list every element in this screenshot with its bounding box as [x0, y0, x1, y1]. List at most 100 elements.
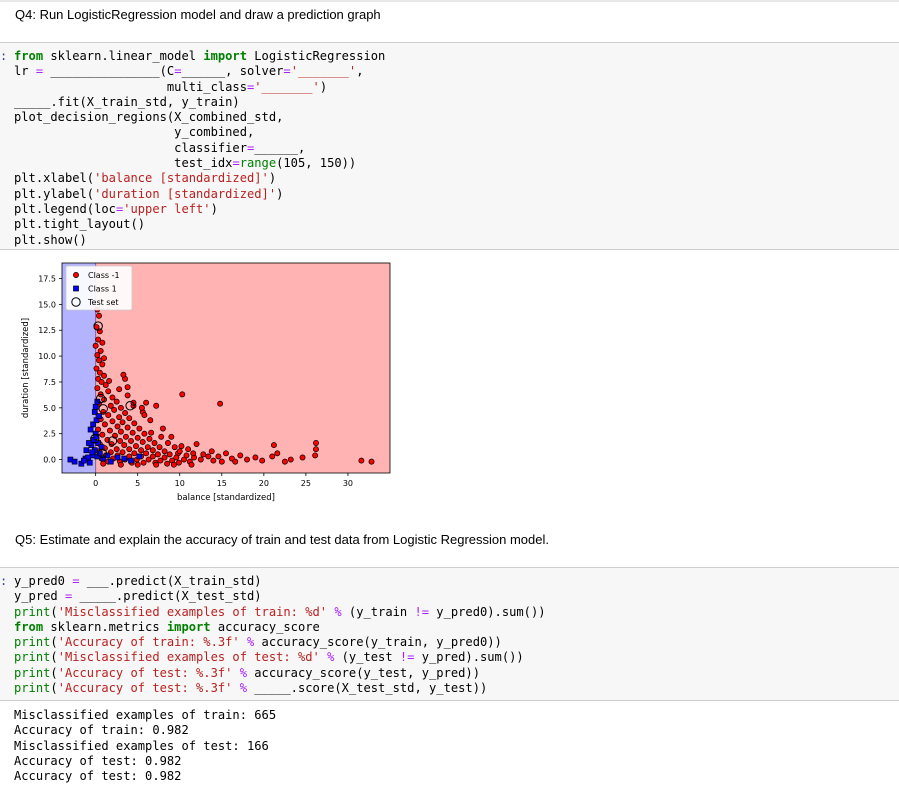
point-class-neg1: [269, 453, 276, 460]
point-class-neg1: [100, 460, 107, 467]
y-tick-label: 10.0: [38, 352, 56, 361]
output-line: Misclassified examples of test: 166: [14, 738, 269, 753]
point-class-neg1: [147, 417, 154, 424]
point-class-neg1: [205, 453, 212, 460]
point-class-1: [71, 458, 78, 465]
point-class-neg1: [161, 448, 168, 455]
code-line[interactable]: print('Misclassified examples of train: …: [14, 605, 546, 619]
point-class-neg1: [126, 446, 133, 453]
y-tick-label: 2.5: [43, 430, 56, 439]
x-tick-label: 5: [135, 479, 140, 488]
point-class-neg1: [133, 443, 139, 450]
point-class-neg1: [299, 454, 306, 461]
point-class-neg1: [176, 448, 183, 455]
point-class-neg1: [312, 452, 319, 459]
point-class-neg1: [113, 398, 120, 405]
code-editor-1[interactable]: from sklearn.linear_model import Logisti…: [14, 49, 385, 248]
point-class-1: [96, 413, 102, 419]
point-class-1: [92, 403, 99, 410]
y-axis-label: duration [standardized]: [21, 318, 31, 418]
point-class-neg1: [106, 427, 113, 434]
code-line[interactable]: y_pred0 = ___.predict(X_train_std): [14, 574, 262, 588]
point-class-neg1: [274, 450, 281, 457]
code-line[interactable]: y_pred = _____.predict(X_test_std): [14, 589, 262, 603]
code-line[interactable]: y_combined,: [14, 125, 254, 139]
point-class-neg1: [149, 447, 156, 454]
point-class-neg1: [156, 444, 163, 451]
code-line[interactable]: from sklearn.metrics import accuracy_sco…: [14, 620, 320, 634]
point-class-neg1: [105, 388, 112, 395]
code-line[interactable]: lr = _______________(C=______, solver='_…: [14, 64, 364, 78]
code-line[interactable]: print('Accuracy of train: %.3f' % accura…: [14, 635, 502, 649]
code-line[interactable]: plt.legend(loc='upper left'): [14, 202, 218, 216]
y-tick-label: 7.5: [43, 378, 56, 387]
point-class-neg1: [287, 456, 294, 463]
code-line[interactable]: plot_decision_regions(X_combined_std,: [14, 110, 283, 124]
point-class-neg1: [171, 444, 178, 451]
x-tick-label: 30: [343, 479, 353, 488]
point-class-neg1: [141, 430, 148, 437]
x-tick-label: 10: [175, 479, 185, 488]
point-class-neg1: [252, 454, 259, 461]
point-class-neg1: [131, 450, 138, 457]
cell-prompt: :: [0, 574, 8, 588]
point-class-neg1: [179, 391, 186, 398]
legend-label: Class -1: [88, 271, 120, 280]
point-class-neg1: [151, 440, 158, 446]
page-top-border: [0, 0, 899, 2]
code-cell-2[interactable]: : y_pred0 = ___.predict(X_train_std) y_p…: [0, 567, 899, 701]
point-class-neg1: [146, 435, 153, 442]
output-line: Accuracy of train: 0.982: [14, 723, 189, 738]
point-class-neg1: [101, 421, 108, 428]
code-line[interactable]: print('Accuracy of test: %.3f' % _____.s…: [14, 681, 487, 695]
legend-marker-class-neg1: [73, 272, 79, 278]
point-class-neg1: [218, 458, 225, 465]
point-class-neg1: [96, 312, 102, 319]
code-line[interactable]: plt.ylabel('duration [standardized]'): [14, 187, 283, 201]
code-line[interactable]: classifier=______,: [14, 141, 305, 155]
code-cell-1[interactable]: : from sklearn.linear_model import Logis…: [0, 42, 899, 250]
point-class-neg1: [232, 458, 239, 465]
code-line[interactable]: print('Misclassified examples of test: %…: [14, 650, 524, 664]
code-line[interactable]: plt.xlabel('balance [standardized]'): [14, 171, 276, 185]
code-line[interactable]: test_idx=range(105, 150)): [14, 156, 356, 170]
point-class-neg1: [208, 448, 215, 455]
point-class-neg1: [105, 412, 112, 419]
code-line[interactable]: multi_class='_______'): [14, 80, 327, 94]
code-line[interactable]: plt.show(): [14, 233, 87, 247]
decision-region-plot: 0 5 10 15 20 25 30 0.0 2.5 5.0 7.5 10.0 12.5 15.0 17.5…: [21, 262, 391, 503]
x-tick-label: 0: [93, 479, 98, 488]
point-class-neg1: [117, 437, 123, 444]
point-class-neg1: [131, 420, 138, 427]
code-line[interactable]: from sklearn.linear_model import Logisti…: [14, 49, 385, 63]
point-class-neg1: [134, 461, 141, 468]
code-line[interactable]: print('Accuracy of test: %.3f' % accurac…: [14, 666, 480, 680]
point-class-neg1: [313, 446, 319, 453]
point-class-1: [87, 426, 94, 433]
x-axis-label: balance [standardized]: [177, 493, 275, 503]
q4-heading: Q4: Run LogisticRegression model and dra…: [15, 7, 381, 22]
point-class-neg1: [197, 456, 204, 463]
code-editor-2[interactable]: y_pred0 = ___.predict(X_train_std) y_pre…: [14, 574, 546, 696]
point-class-neg1: [148, 429, 155, 436]
point-class-1: [114, 454, 121, 461]
x-tick-label: 15: [217, 479, 227, 488]
point-class-neg1: [154, 451, 161, 458]
point-class-neg1: [99, 339, 106, 346]
point-class-neg1: [159, 425, 166, 432]
point-class-neg1: [158, 433, 165, 440]
point-class-neg1: [368, 458, 375, 465]
point-class-neg1: [175, 459, 182, 466]
q5-heading: Q5: Estimate and explain the accuracy of…: [15, 532, 549, 547]
point-class-1: [86, 440, 92, 446]
code-line[interactable]: plt.tight_layout(): [14, 217, 145, 231]
point-class-neg1: [121, 442, 128, 449]
point-class-neg1: [281, 458, 288, 465]
point-class-neg1: [122, 433, 129, 440]
point-class-neg1: [358, 457, 365, 464]
point-class-neg1: [106, 377, 113, 384]
code-line[interactable]: _____.fit(X_train_std, y_train): [14, 95, 240, 109]
point-class-neg1: [117, 428, 124, 435]
y-tick-label: 15.0: [38, 300, 56, 309]
point-class-neg1: [153, 461, 160, 468]
